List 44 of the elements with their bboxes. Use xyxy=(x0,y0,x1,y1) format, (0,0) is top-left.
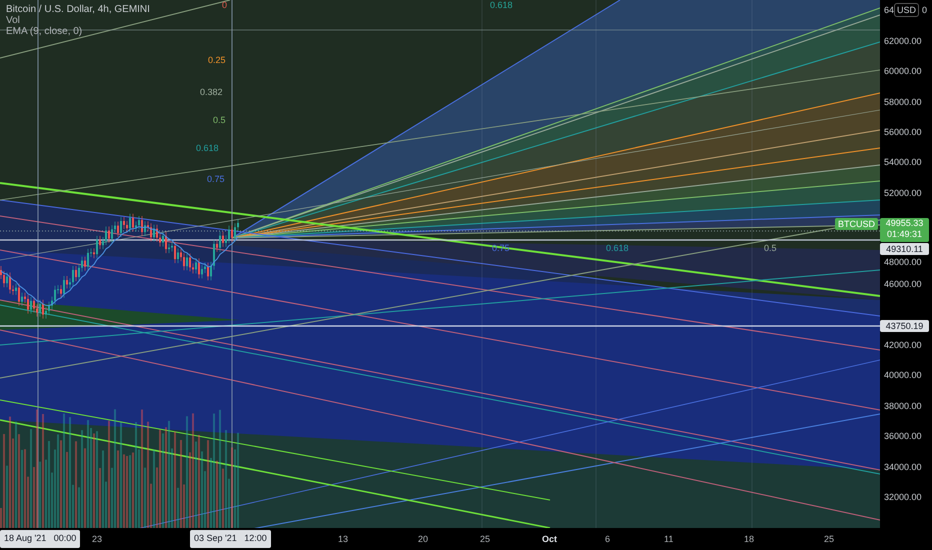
price-tick: 40000.00 xyxy=(884,370,922,381)
date-tick: 20 xyxy=(418,533,428,545)
level-label: 0.618 xyxy=(606,243,629,254)
date-tick: 6 xyxy=(605,533,610,545)
price-tick: 48000.00 xyxy=(884,257,922,268)
price-tick: 60000.00 xyxy=(884,66,922,77)
price-tick: 46000.00 xyxy=(884,279,922,290)
date-tick: 23 xyxy=(92,533,102,545)
price-tick: 32000.00 xyxy=(884,492,922,503)
level-label: 0.25 xyxy=(208,55,226,66)
chart-title: Bitcoin / U.S. Dollar, 4h, GEMINI xyxy=(6,4,150,15)
date-tick: Oct xyxy=(542,533,558,545)
price-tick: 36000.00 xyxy=(884,431,922,442)
level-label: 0 xyxy=(222,0,228,11)
price-tick: 54000.00 xyxy=(884,157,922,168)
date-tick: 13 xyxy=(338,533,348,545)
level-label: 0.382 xyxy=(200,87,223,98)
price-tick: 52000.00 xyxy=(884,188,922,199)
price-tick: 34000.00 xyxy=(884,462,922,473)
price-tick: 64 xyxy=(884,5,894,16)
date-tick: 18 xyxy=(744,533,754,545)
line-price-label: 43750.19 xyxy=(880,320,929,332)
level-label: 0.5 xyxy=(764,243,777,254)
currency-button[interactable]: USD xyxy=(894,3,920,17)
level-label: 0.5 xyxy=(213,115,226,126)
price-tick: 58000.00 xyxy=(884,97,922,108)
symbol-tag: BTCUSD xyxy=(835,218,878,230)
date-tick: 25 xyxy=(480,533,490,545)
date-tick: 11 xyxy=(664,533,674,545)
price-tick: 38000.00 xyxy=(884,401,922,412)
crosshair-date-label: 18 Aug '21 00:00 xyxy=(0,530,80,548)
level-label: 0.618 xyxy=(490,0,513,11)
bar-countdown: 01:49:31 xyxy=(886,229,922,240)
last-price: 49955.33 xyxy=(886,218,924,229)
price-tick: 0 xyxy=(922,5,928,16)
crosshair-date-label: 03 Sep '21 12:00 xyxy=(190,530,271,548)
level-label: 0.75 xyxy=(207,174,225,185)
price-tick: 42000.00 xyxy=(884,340,922,351)
price-tick: 56000.00 xyxy=(884,127,922,138)
indicator-label: Vol xyxy=(6,15,21,26)
price-tick: 62000.00 xyxy=(884,36,922,47)
crosshair-price-label: 49310.11 xyxy=(880,243,929,255)
date-tick: 25 xyxy=(824,533,834,545)
level-label: 0.618 xyxy=(196,143,219,154)
